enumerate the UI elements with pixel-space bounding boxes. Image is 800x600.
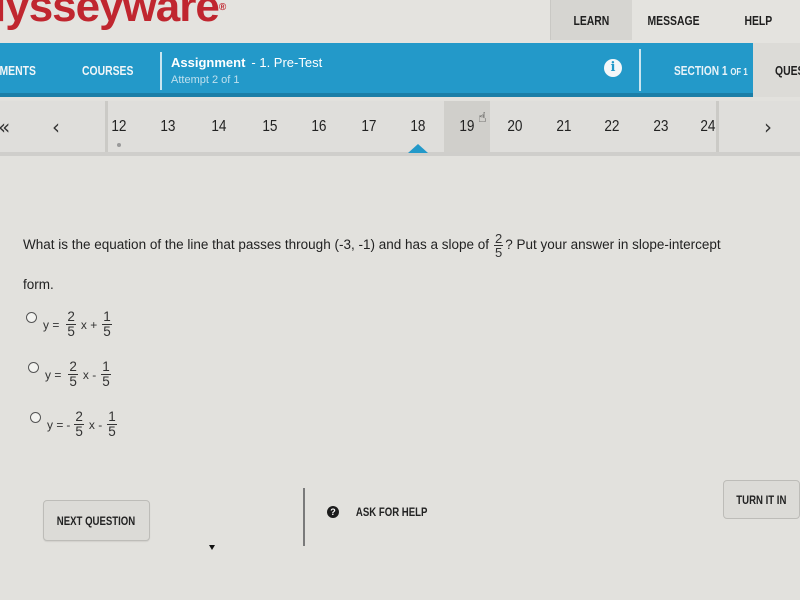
question-text-part: ? Put your answer in slope-intercept bbox=[505, 237, 721, 253]
eq-middle: x - bbox=[88, 417, 103, 432]
answer-choice[interactable]: y = 2 5 x + 1 5 bbox=[26, 310, 114, 339]
question-number-22[interactable]: 22 bbox=[589, 101, 635, 152]
question-nav: « ‹ 12 13 14 15 16 17 18 19 20 21 22 23 24 › bbox=[0, 101, 800, 156]
ask-for-help-button[interactable]: ? ASK FOR HELP bbox=[327, 505, 436, 519]
first-question-button[interactable]: « bbox=[0, 115, 10, 139]
question-number-19[interactable]: 19 bbox=[444, 101, 490, 152]
questions-tab[interactable]: QUEST bbox=[753, 43, 800, 97]
cursor-icon bbox=[209, 545, 215, 550]
fraction: 25 bbox=[68, 359, 78, 389]
question-number-label: 20 bbox=[507, 117, 523, 135]
question-number-label: 15 bbox=[262, 117, 278, 135]
radio-button[interactable] bbox=[28, 362, 39, 373]
next-question-arrow[interactable]: › bbox=[764, 115, 772, 139]
question-number-13[interactable]: 13 bbox=[145, 101, 191, 152]
choice-equation: y = -2 5 x - 15 bbox=[47, 410, 119, 439]
eq-sign: - bbox=[66, 417, 71, 432]
nav-help[interactable]: HELP bbox=[716, 0, 800, 40]
logo: lysseyware® bbox=[0, 0, 226, 31]
info-icon[interactable]: i bbox=[604, 59, 622, 77]
nav-message[interactable]: MESSAGE bbox=[632, 0, 716, 40]
answer-choice[interactable]: y = 2 5 x - 15 bbox=[28, 360, 113, 389]
fraction: 15 bbox=[102, 309, 112, 339]
choice-equation: y = 2 5 x + 1 5 bbox=[43, 310, 114, 339]
question-number-label: 19 bbox=[459, 117, 475, 135]
question-number-label: 12 bbox=[111, 117, 127, 135]
slope-fraction: 2 5 bbox=[494, 231, 504, 260]
fraction: 25 bbox=[74, 409, 84, 439]
question-number-23[interactable]: 23 bbox=[638, 101, 684, 152]
question-number-label: 23 bbox=[653, 117, 669, 135]
answered-dot-icon bbox=[117, 143, 121, 147]
hand-cursor-icon: ☝ bbox=[478, 110, 487, 126]
assignment-title: Assignment - 1. Pre-Test bbox=[171, 55, 323, 70]
turn-it-in-button[interactable]: TURN IT IN bbox=[723, 480, 800, 519]
previous-question-button[interactable]: ‹ bbox=[52, 115, 60, 139]
courses-link[interactable]: COURSES bbox=[82, 43, 146, 97]
question-number-24[interactable]: 24 bbox=[685, 101, 731, 152]
question-text: What is the equation of the line that pa… bbox=[23, 232, 793, 293]
radio-button[interactable] bbox=[30, 412, 41, 423]
question-number-17[interactable]: 17 bbox=[346, 101, 392, 152]
question-text-part: form. bbox=[23, 277, 54, 292]
question-number-20[interactable]: 20 bbox=[492, 101, 538, 152]
question-number-label: 14 bbox=[211, 117, 227, 135]
question-number-16[interactable]: 16 bbox=[296, 101, 342, 152]
question-number-label: 18 bbox=[410, 117, 426, 135]
question-number-label: 24 bbox=[700, 117, 716, 135]
radio-button[interactable] bbox=[26, 312, 37, 323]
divider bbox=[160, 52, 162, 90]
nav-learn[interactable]: LEARN bbox=[550, 0, 632, 40]
eq-prefix: y = bbox=[43, 317, 60, 332]
eq-middle: x - bbox=[82, 367, 97, 382]
question-number-label: 17 bbox=[361, 117, 377, 135]
top-bar: lysseyware® LEARN MESSAGE HELP bbox=[0, 0, 800, 43]
question-number-14[interactable]: 14 bbox=[196, 101, 242, 152]
assignment-bar: NMENTS COURSES Assignment- 1. Pre-Test A… bbox=[0, 43, 753, 97]
divider bbox=[303, 488, 305, 546]
question-number-18[interactable]: 18 bbox=[395, 101, 441, 153]
eq-prefix: y = bbox=[47, 417, 64, 432]
question-number-label: 13 bbox=[160, 117, 176, 135]
fraction: 15 bbox=[107, 409, 117, 439]
eq-middle: x + bbox=[80, 317, 98, 332]
current-question-caret-icon bbox=[408, 144, 428, 153]
answer-choice[interactable]: y = -2 5 x - 15 bbox=[30, 410, 119, 439]
divider bbox=[639, 49, 641, 91]
next-question-button[interactable]: NEXT QUESTION bbox=[43, 500, 150, 541]
question-number-21[interactable]: 21 bbox=[541, 101, 587, 152]
question-number-label: 16 bbox=[311, 117, 327, 135]
question-number-15[interactable]: 15 bbox=[247, 101, 293, 152]
question-number-label: 21 bbox=[556, 117, 572, 135]
assignments-link[interactable]: NMENTS bbox=[0, 43, 47, 97]
fraction: 15 bbox=[101, 359, 111, 389]
question-text-part: What is the equation of the line that pa… bbox=[23, 237, 490, 253]
question-number-label: 22 bbox=[604, 117, 620, 135]
eq-prefix: y = bbox=[45, 367, 62, 382]
attempt-label: Attempt 2 of 1 bbox=[171, 74, 240, 86]
question-number-12[interactable]: 12 bbox=[96, 101, 142, 152]
fraction: 25 bbox=[66, 309, 76, 339]
choice-equation: y = 2 5 x - 15 bbox=[45, 360, 113, 389]
question-circle-icon: ? bbox=[327, 506, 339, 518]
